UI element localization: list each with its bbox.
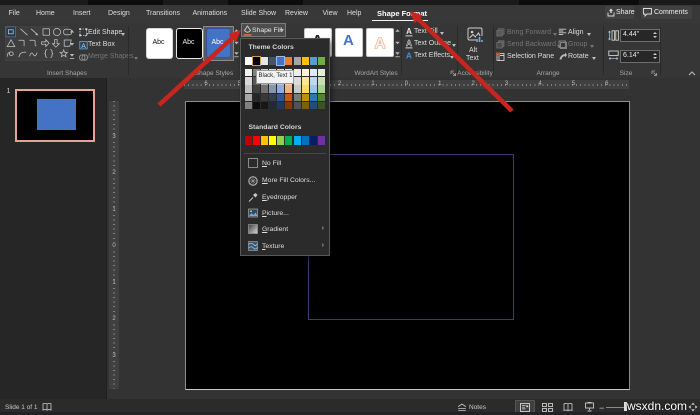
svg-text:A: A: [375, 35, 386, 52]
svg-text:A: A: [405, 51, 411, 61]
svg-text:A: A: [81, 43, 86, 50]
svg-text:A: A: [406, 39, 412, 48]
svg-text:A: A: [406, 27, 412, 36]
